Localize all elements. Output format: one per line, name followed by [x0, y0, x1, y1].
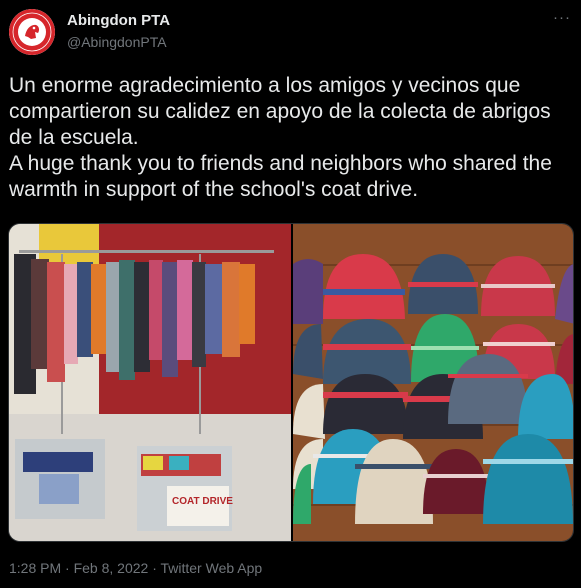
author-handle[interactable]: @AbingdonPTA	[67, 34, 167, 50]
tweet-media[interactable]: COAT DRIVE	[8, 223, 574, 542]
coat-drive-sign: COAT DRIVE	[172, 496, 233, 507]
coat-rack-photo[interactable]: COAT DRIVE	[9, 224, 293, 541]
school-logo-icon	[9, 9, 55, 55]
more-options-icon[interactable]: ···	[553, 9, 571, 26]
author-name[interactable]: Abingdon PTA	[67, 12, 170, 29]
tweet-text: Un enorme agradecimiento a los amigos y …	[9, 73, 574, 203]
tweet-timestamp[interactable]: 1:28 PM · Feb 8, 2022 · Twitter Web App	[9, 560, 262, 576]
tweet-text-spanish: Un enorme agradecimiento a los amigos y …	[9, 74, 551, 149]
knit-hats-photo[interactable]	[293, 224, 573, 541]
tweet-text-english: A huge thank you to friends and neighbor…	[9, 152, 552, 201]
avatar[interactable]	[9, 9, 55, 55]
